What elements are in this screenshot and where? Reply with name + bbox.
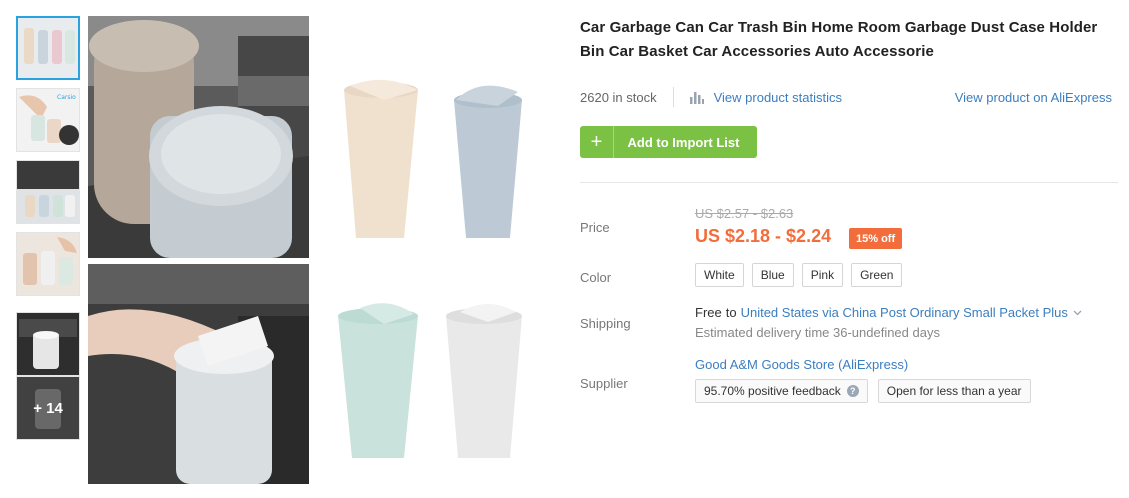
current-price: US $2.18 - $2.24 <box>695 226 832 246</box>
positive-feedback-badge: 95.70% positive feedback ? <box>695 379 868 403</box>
shipping-to: to <box>725 305 737 320</box>
thumbnail-3[interactable] <box>16 160 80 224</box>
delivery-estimate: Estimated delivery time 36-undefined day… <box>695 325 940 340</box>
store-age-badge: Open for less than a year <box>877 379 1031 403</box>
thumbnail-caption: Carsio <box>57 94 76 101</box>
plus-icon: + <box>580 126 614 158</box>
thumbnail-image <box>17 313 79 375</box>
view-on-aliexpress-link[interactable]: View product on AliExpress <box>955 90 1112 105</box>
shipping-destination-dropdown[interactable]: United States via China Post Ordinary Sm… <box>741 305 1082 320</box>
product-meta-row: 2620 in stock View product statistics Vi… <box>580 86 1112 108</box>
view-statistics-link[interactable]: View product statistics <box>689 89 842 105</box>
shipping-destination: United States via China Post Ordinary Sm… <box>740 305 1068 320</box>
discount-badge: 15% off <box>849 228 903 249</box>
shipping-method: Free to United States via China Post Ord… <box>695 305 1082 320</box>
thumbnail-image <box>17 161 79 223</box>
color-options: White Blue Pink Green <box>695 263 903 287</box>
shipping-label: Shipping <box>580 316 631 331</box>
supplier-label: Supplier <box>580 376 628 391</box>
color-option-white[interactable]: White <box>695 263 744 287</box>
thumbnail-image: Carsio <box>17 89 79 151</box>
product-photo <box>88 16 554 484</box>
main-product-image[interactable] <box>88 16 554 484</box>
section-divider <box>580 182 1118 183</box>
thumbnail-5[interactable] <box>16 312 80 376</box>
thumbnail-4[interactable] <box>16 232 80 296</box>
color-option-blue[interactable]: Blue <box>751 263 794 287</box>
view-statistics-label: View product statistics <box>713 89 842 105</box>
color-option-pink[interactable]: Pink <box>801 263 844 287</box>
store-link[interactable]: Good A&M Goods Store (AliExpress) <box>695 357 908 372</box>
supplier-badges: 95.70% positive feedback ? Open for less… <box>695 379 1031 403</box>
original-price: US $2.57 - $2.63 <box>695 206 794 221</box>
thumbnail-more[interactable]: + 14 <box>16 376 80 440</box>
bar-chart-icon <box>689 92 704 104</box>
add-to-import-list-button[interactable]: + Add to Import List <box>580 126 757 158</box>
thumbnail-2[interactable]: Carsio <box>16 88 80 152</box>
color-label: Color <box>580 270 612 285</box>
divider <box>672 87 674 107</box>
thumbnail-1[interactable] <box>16 16 80 80</box>
thumbnail-image <box>17 233 79 295</box>
more-images-count: + 14 <box>17 377 79 439</box>
positive-feedback-text: 95.70% positive feedback <box>704 384 841 398</box>
price-label: Price <box>580 220 610 235</box>
help-circle-icon[interactable]: ? <box>846 385 859 397</box>
color-option-green[interactable]: Green <box>851 263 903 287</box>
add-to-import-list-label: Add to Import List <box>627 134 740 150</box>
thumbnail-image <box>18 18 78 78</box>
product-title: Car Garbage Can Car Trash Bin Home Room … <box>580 19 1098 60</box>
shipping-free: Free <box>695 305 722 320</box>
stock-count: 2620 in stock <box>580 89 657 105</box>
chevron-down-icon <box>1073 310 1082 315</box>
